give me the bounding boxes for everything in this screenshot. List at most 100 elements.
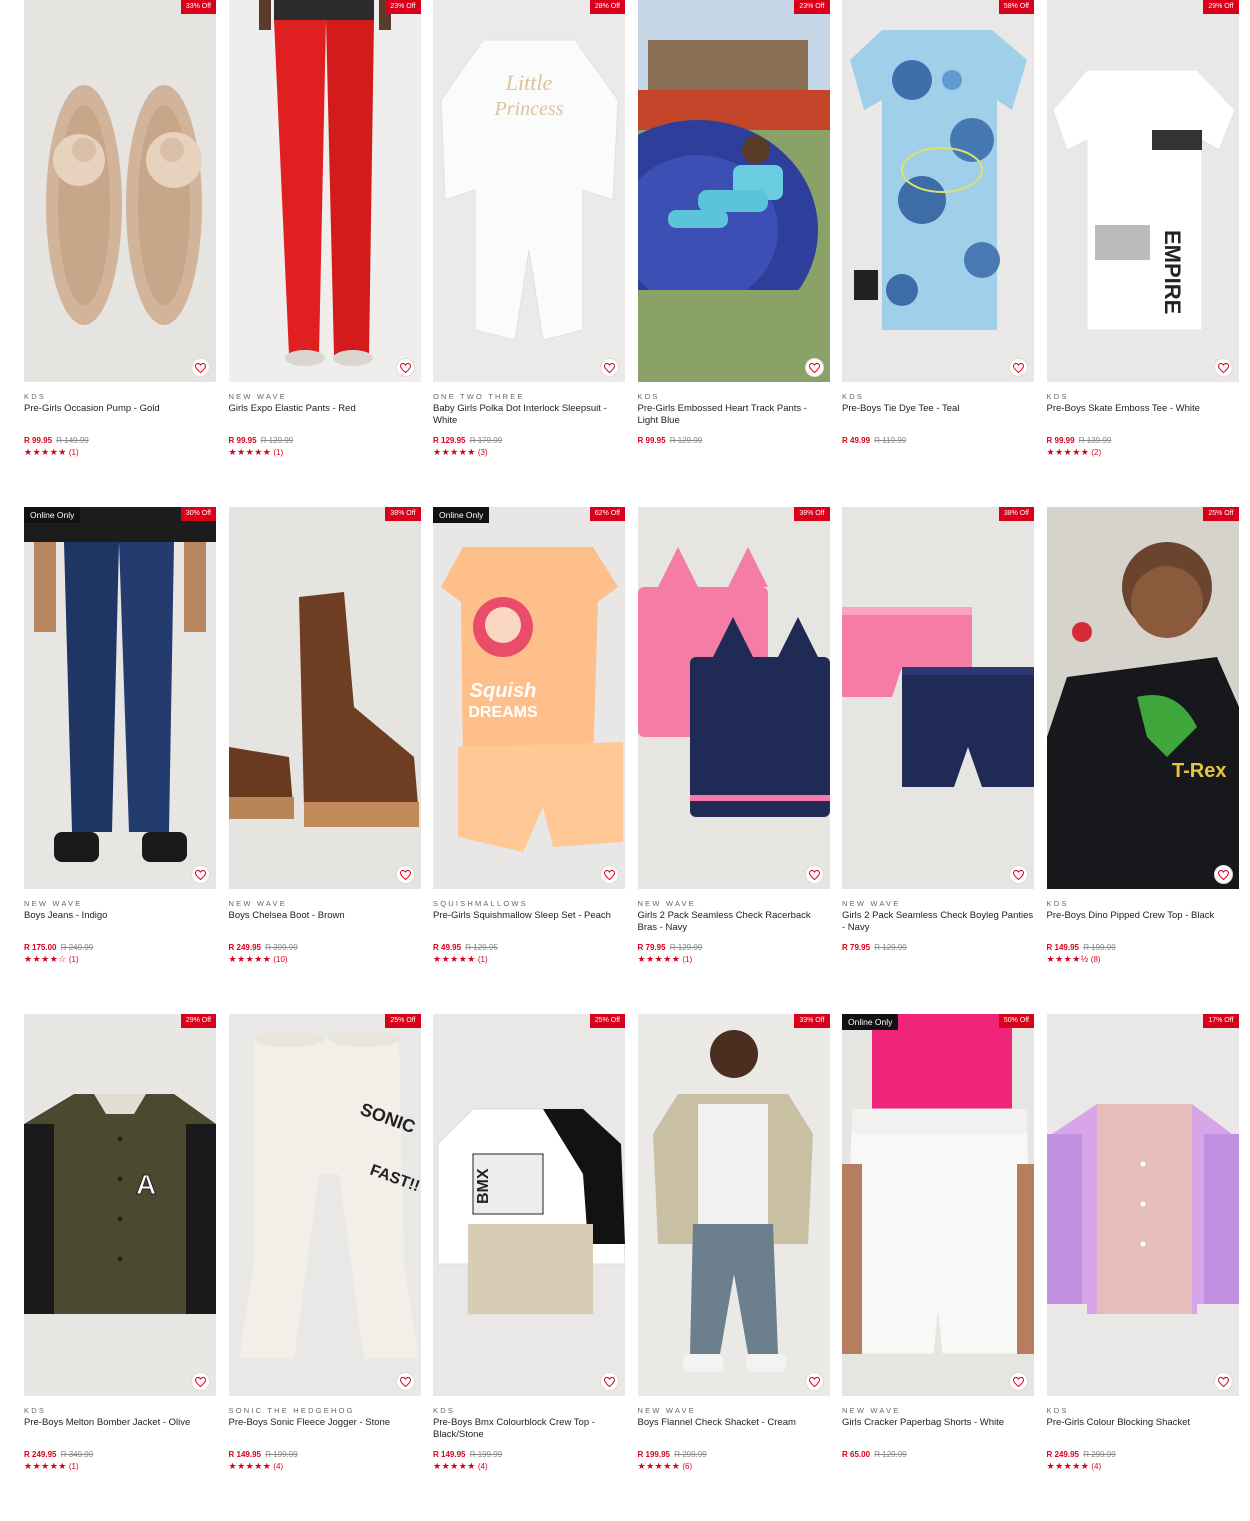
product-card[interactable]: 23% Off NEW WAVE Girls Expo Elastic Pants … (228, 0, 421, 507)
product-photo (258, 0, 391, 366)
wishlist-button[interactable] (804, 1372, 824, 1391)
product-title[interactable]: Pre-Girls Squishmallow Sleep Set - Peach (433, 910, 625, 933)
product-card[interactable]: 23% Off KDS Pre-Girls Embossed Heart Track… (637, 0, 830, 507)
product-card[interactable]: 58% Off KDS Pre-Boys Tie Dye Tee - Teal R 4… (842, 0, 1034, 507)
product-card[interactable]: Squish DREAMS Online Only 62% Off SQUISHMA… (433, 507, 625, 1014)
product-image[interactable]: Online Only 30% Off (24, 507, 216, 889)
rating[interactable]: ★★★★★ (6) (638, 1461, 830, 1472)
wishlist-button[interactable] (191, 865, 210, 884)
rating[interactable]: ★★★★★ (1) (433, 954, 625, 965)
product-image[interactable]: Online Only 50% Off (842, 1014, 1034, 1396)
rating[interactable]: ★★★★½ (8) (1047, 954, 1239, 965)
product-image[interactable]: 38% Off (228, 507, 421, 889)
wishlist-button[interactable] (1213, 865, 1233, 884)
discount-badge: 38% Off (385, 507, 421, 521)
product-card[interactable]: 33% Off NEW WAVE Boys Flannel Check Shacke… (637, 1014, 830, 1521)
product-title[interactable]: Pre-Girls Occasion Pump - Gold (24, 403, 216, 426)
product-image[interactable]: 38% Off (637, 507, 830, 889)
rating[interactable] (842, 447, 1034, 458)
online-only-badge: Online Only (433, 507, 490, 523)
product-image[interactable]: T-Rex 25% Off (1046, 507, 1239, 889)
wishlist-button[interactable] (395, 358, 415, 377)
rating[interactable] (842, 1461, 1034, 1472)
rating[interactable]: ★★★★★ (10) (229, 954, 421, 965)
wishlist-button[interactable] (600, 1372, 619, 1391)
product-card[interactable]: T-Rex 25% Off KDS Pre-Boys Dino Pipped Cre… (1046, 507, 1239, 1014)
rating[interactable]: ★★★★★ (1) (229, 447, 421, 458)
star-icons: ★★★★½ (1046, 954, 1089, 964)
product-card[interactable]: 38% Off NEW WAVE Girls 2 Pack Seamless Che… (637, 507, 830, 1014)
rating[interactable]: ★★★★★ (3) (433, 447, 625, 458)
wishlist-button[interactable] (1009, 865, 1028, 884)
product-card[interactable]: A 29% Off KDS Pre-Boys Melton Bomber Jacke… (24, 1014, 216, 1521)
product-title[interactable]: Girls 2 Pack Seamless Check Boyleg Panti… (842, 910, 1034, 933)
product-title[interactable]: Girls 2 Pack Seamless Check Racerback Br… (638, 910, 830, 933)
product-title[interactable]: Baby Girls Polka Dot Interlock Sleepsuit… (433, 403, 625, 426)
product-title[interactable]: Pre-Girls Colour Blocking Shacket (1047, 1417, 1239, 1440)
product-image[interactable]: 33% Off (637, 1014, 830, 1396)
product-image[interactable]: 58% Off (842, 0, 1034, 382)
product-title[interactable]: Pre-Boys Melton Bomber Jacket - Olive (24, 1417, 216, 1440)
wishlist-button[interactable] (1213, 358, 1233, 377)
rating[interactable]: ★★★★★ (4) (1047, 1461, 1239, 1472)
product-card[interactable]: 38% Off NEW WAVE Girls 2 Pack Seamless Che… (842, 507, 1034, 1014)
product-title[interactable]: Pre-Boys Bmx Colourblock Crew Top - Blac… (433, 1417, 625, 1440)
product-card[interactable]: 33% Off KDS Pre-Girls Occasion Pump - Gold… (24, 0, 216, 507)
wishlist-button[interactable] (804, 358, 824, 377)
product-photo (228, 592, 419, 827)
product-image[interactable]: 23% Off (228, 0, 421, 382)
rating[interactable] (842, 954, 1034, 965)
heart-outline-icon (195, 869, 206, 880)
product-card[interactable]: BMX 25% Off KDS Pre-Boys Bmx Colourblock Cr… (433, 1014, 625, 1521)
product-card[interactable]: EMPIRE 29% Off KDS Pre-Boys Skate Emboss T… (1046, 0, 1239, 507)
price-row: R 49.95 R 129.95 (433, 943, 625, 953)
product-card[interactable]: 17% Off KDS Pre-Girls Colour Blocking Shac… (1046, 1014, 1239, 1521)
rating[interactable]: ★★★★★ (4) (229, 1461, 421, 1472)
product-title[interactable]: Pre-Boys Sonic Fleece Jogger - Stone (229, 1417, 421, 1440)
product-title[interactable]: Pre-Boys Dino Pipped Crew Top - Black (1047, 910, 1239, 933)
product-card[interactable]: SONIC FAST!! 25% Off SONIC THE HEDGEHOG Pre… (228, 1014, 421, 1521)
rating[interactable]: ★★★★★ (1) (24, 1461, 216, 1472)
product-title[interactable]: Pre-Boys Tie Dye Tee - Teal (842, 403, 1034, 426)
wishlist-button[interactable] (395, 865, 415, 884)
rating[interactable]: ★★★★★ (4) (433, 1461, 625, 1472)
heart-outline-icon (399, 869, 411, 880)
product-image[interactable]: EMPIRE 29% Off (1046, 0, 1239, 382)
wishlist-button[interactable] (191, 1372, 210, 1391)
wishlist-button[interactable] (1009, 358, 1028, 377)
wishlist-button[interactable] (191, 358, 210, 377)
product-image[interactable]: 17% Off (1046, 1014, 1239, 1396)
product-image[interactable]: Squish DREAMS Online Only 62% Off (433, 507, 625, 889)
wishlist-button[interactable] (1009, 1372, 1028, 1391)
wishlist-button[interactable] (804, 865, 824, 884)
product-card[interactable]: Little Princess 28% Off ONE TWO THREE Baby … (433, 0, 625, 507)
product-card[interactable]: Online Only 30% Off NEW WAVE Boys Jeans - I… (24, 507, 216, 1014)
product-title[interactable]: Boys Jeans - Indigo (24, 910, 216, 933)
rating[interactable] (638, 447, 830, 458)
review-count: (1) (273, 448, 284, 457)
product-image[interactable]: 23% Off (637, 0, 830, 382)
product-title[interactable]: Girls Cracker Paperbag Shorts - White (842, 1417, 1034, 1440)
product-image[interactable]: 38% Off (842, 507, 1034, 889)
product-title[interactable]: Pre-Girls Embossed Heart Track Pants - L… (638, 403, 830, 426)
product-card[interactable]: 38% Off NEW WAVE Boys Chelsea Boot - Brown… (228, 507, 421, 1014)
product-title[interactable]: Girls Expo Elastic Pants - Red (229, 403, 421, 426)
product-image[interactable]: SONIC FAST!! 25% Off (228, 1014, 421, 1396)
product-title[interactable]: Boys Chelsea Boot - Brown (229, 910, 421, 933)
product-image[interactable]: A 29% Off (24, 1014, 216, 1396)
product-image[interactable]: Little Princess 28% Off (433, 0, 625, 382)
wishlist-button[interactable] (600, 865, 619, 884)
product-image[interactable]: BMX 25% Off (433, 1014, 625, 1396)
product-image[interactable]: 33% Off (24, 0, 216, 382)
rating[interactable]: ★★★★★ (1) (24, 447, 216, 458)
wishlist-button[interactable] (1213, 1372, 1233, 1391)
product-card[interactable]: Online Only 50% Off NEW WAVE Girls Cracker … (842, 1014, 1034, 1521)
wishlist-button[interactable] (600, 358, 619, 377)
rating[interactable]: ★★★★★ (1) (638, 954, 830, 965)
rating[interactable]: ★★★★☆ (1) (24, 954, 216, 965)
rating[interactable]: ★★★★★ (2) (1047, 447, 1239, 458)
product-title[interactable]: Boys Flannel Check Shacket - Cream (638, 1417, 830, 1440)
wishlist-button[interactable] (395, 1372, 415, 1391)
star-icons: ★★★★★ (228, 447, 272, 457)
product-title[interactable]: Pre-Boys Skate Emboss Tee - White (1047, 403, 1239, 426)
